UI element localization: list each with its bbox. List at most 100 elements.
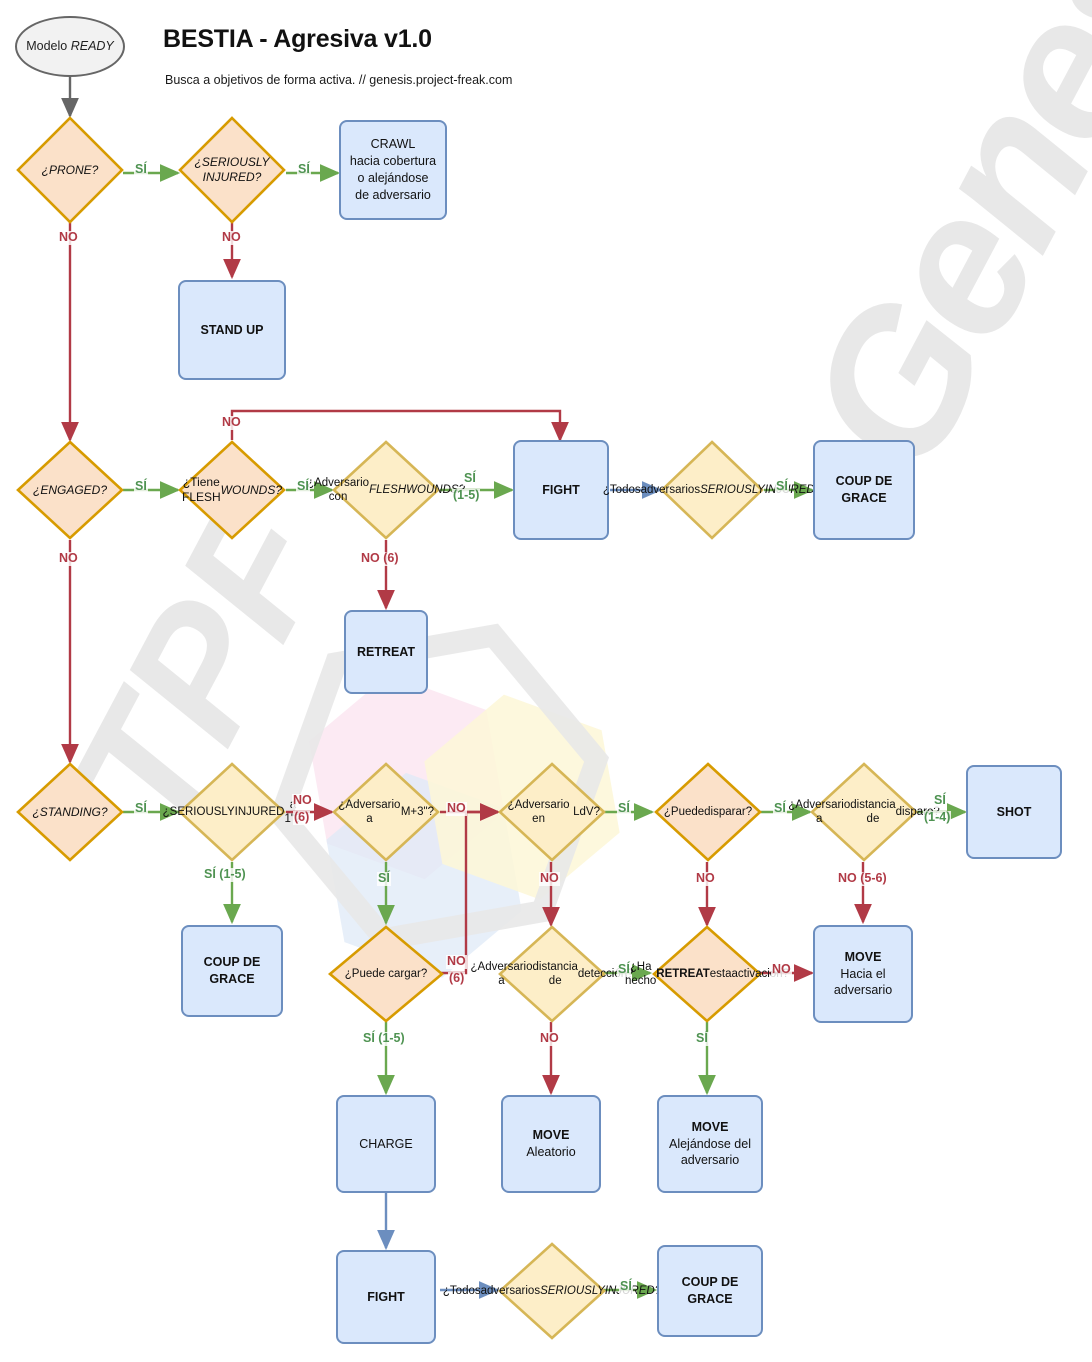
decision-seriously-injured[interactable]: ¿SERIOUSLY INJURED? [178,116,286,224]
decision-puede-cargar-label: ¿Puede cargar? [344,967,428,980]
edge-label-si1in-no: NO [292,793,313,808]
decision-adv-fw-label-l2: FLESH [369,483,407,496]
watermark-genesis-text: Genesis [762,0,1092,505]
process-move-alejandose-line2: Alejándose del [668,1136,751,1151]
decision-adversario-ldv[interactable]: ¿Adversario en LdV? [498,762,606,862]
decision-todos-mid-l3: SERIOUSLY [700,483,765,496]
decision-prone-label: ¿PRONE? [41,162,99,177]
decision-adversario-distancia-disparo[interactable]: ¿Adversario a distancia de disparo? [788,762,940,862]
process-move-hacia-adversario[interactable]: MOVE Hacia el adversario [813,925,913,1023]
decision-todos-adversarios-mid[interactable]: ¿Todos adversarios SERIOUSLY INJURED? [603,440,821,540]
edge-label-seriously-injured-no: NO [221,230,242,245]
page-title: BESTIA - Agresiva v1.0 [163,25,432,53]
process-retreat[interactable]: RETREAT [344,610,428,694]
edge-label-adv-fw-yes-roll: (1-5) [452,488,481,503]
process-retreat-title: RETREAT [356,644,416,659]
process-move-aleatorio[interactable]: MOVE Aleatorio [501,1095,601,1193]
process-crawl-line3: o alejándose [357,171,429,185]
process-fight-bottom[interactable]: FIGHT [336,1250,436,1344]
edge-label-todos-mid-yes: SÍ [775,479,789,494]
decision-disparo-l2: distancia de [850,798,896,825]
edge-label-retreat-q-yes: SÍ [695,1031,709,1046]
edge-label-standing-yes: SÍ [134,801,148,816]
edge-label-engaged-yes: SÍ [134,479,148,494]
decision-m3-l2: M+3"? [400,805,434,818]
process-charge-title: CHARGE [359,1136,413,1151]
decision-deteccion-l1: ¿Adversario a [470,960,533,987]
edge-label-tiene-fw-no: NO [221,415,242,430]
decision-seriously-injured-1in[interactable]: ¿SERIOUSLYINJUREDa 1"? [163,762,301,862]
edge-label-cargar-no-roll: (6) [448,971,466,986]
edge-label-disparo-yes-roll: (1-4) [923,810,952,825]
decision-adversario-deteccion[interactable]: ¿Adversario a distancia de detección? [471,925,634,1023]
process-coup-left-l1: COUP DE [203,955,261,970]
process-fight-mid-title: FIGHT [542,482,580,497]
process-fight-mid[interactable]: FIGHT [513,440,609,540]
process-move-hacia-title: MOVE [844,949,882,964]
edge-label-disparo-no: NO (5-6) [837,871,888,886]
process-move-alejandose[interactable]: MOVE Alejándose del adversario [657,1095,763,1193]
edge-label-disparar-no: NO [695,871,716,886]
edge-label-si1in-no-roll: (6) [293,810,311,825]
decision-ldv-l1: ¿Adversario en [507,798,570,825]
edge-label-deteccion-no: NO [539,1031,560,1046]
decision-tiene-flesh-wounds[interactable]: ¿Tiene FLESH WOUNDS? [178,440,286,540]
decision-tiene-fw-label-l2: WOUNDS? [220,482,283,497]
decision-adversario-m3[interactable]: ¿Adversario a M+3"? [332,762,440,862]
edge-label-engaged-no: NO [58,551,79,566]
edge-label-prone-yes: SÍ [134,162,148,177]
edge-label-todos-bottom-yes: SÍ [619,1279,633,1294]
edge-label-prone-no: NO [58,230,79,245]
decision-standing-label: ¿STANDING? [32,804,108,819]
process-crawl[interactable]: CRAWL hacia cobertura o alejándose de ad… [339,120,447,220]
decision-deteccion-l2: distancia de [532,960,578,987]
decision-disparar-l2: disparar? [704,805,753,818]
page-subtitle: Busca a objetivos de forma activa. // ge… [165,73,513,87]
decision-todos-adversarios-bottom[interactable]: ¿Todos adversarios SERIOUSLY INJURED? [443,1242,661,1340]
process-move-hacia-line3: adversario [833,983,893,998]
edge-label-cargar-yes: SÍ (1-5) [362,1031,406,1046]
decision-standing[interactable]: ¿STANDING? [16,762,124,862]
process-coup-de-grace-left[interactable]: COUP DE GRACE [181,925,283,1017]
edge-label-si1in-yes: SÍ (1-5) [203,867,247,882]
decision-adversario-flesh-wounds[interactable]: ¿Adversario con FLESH WOUNDS? [307,440,465,540]
decision-todos-bottom-l2: adversarios [480,1284,541,1297]
process-coup-de-grace-mid[interactable]: COUP DE GRACE [813,440,915,540]
decision-retreat-q-l2-bold: RETREAT [656,967,710,980]
process-crawl-line2: hacia cobertura [349,154,437,169]
edge-label-adv-fw-yes: SÍ [463,471,477,486]
decision-disparo-l1: ¿Adversario a [788,798,851,825]
decision-puede-cargar[interactable]: ¿Puede cargar? [327,925,445,1023]
edge-label-ldv-no: NO [539,871,560,886]
process-move-hacia-line2: Hacia el [840,966,886,981]
process-move-aleatorio-line2: Aleatorio [526,1145,576,1159]
process-coup-mid-l2: GRACE [841,491,887,505]
process-fight-bottom-title: FIGHT [367,1289,405,1304]
edge-label-ldv-yes: SÍ [617,801,631,816]
decision-engaged[interactable]: ¿ENGAGED? [16,440,124,540]
edge-label-m3-no: NO [446,801,467,816]
decision-disparar-l1: ¿Puede [663,805,705,818]
process-shot[interactable]: SHOT [966,765,1062,859]
process-coup-mid-l1: COUP DE [835,474,893,489]
decision-todos-mid-l1: ¿Todos [602,483,641,496]
process-crawl-title: CRAWL [370,137,416,152]
process-coup-de-grace-bottom[interactable]: COUP DE GRACE [657,1245,763,1337]
decision-prone[interactable]: ¿PRONE? [16,116,124,224]
process-coup-bottom-l2: GRACE [687,1292,733,1306]
process-crawl-line4: de adversario [355,187,431,202]
process-move-aleatorio-title: MOVE [532,1128,570,1143]
start-node-label: Modelo READY [26,39,114,53]
decision-todos-mid-l2: adversarios [640,483,701,496]
edge-label-retreat-q-no: NO [771,962,792,977]
process-stand-up[interactable]: STAND UP [178,280,286,380]
process-charge[interactable]: CHARGE [336,1095,436,1193]
decision-adv-fw-label-l1: ¿Adversario con [307,476,370,503]
edge-label-cargar-no: NO [446,954,467,969]
decision-ha-hecho-retreat[interactable]: ¿Ha hecho RETREAT esta activación? [625,925,789,1023]
start-node-modelo-ready[interactable]: Modelo READY [15,16,125,77]
edge-label-m3-yes: SÍ [377,871,391,886]
decision-puede-disparar[interactable]: ¿Puede disparar? [654,762,762,862]
process-shot-title: SHOT [996,804,1032,819]
decision-seriously-injured-label-l1: ¿SERIOUSLY [194,155,270,169]
